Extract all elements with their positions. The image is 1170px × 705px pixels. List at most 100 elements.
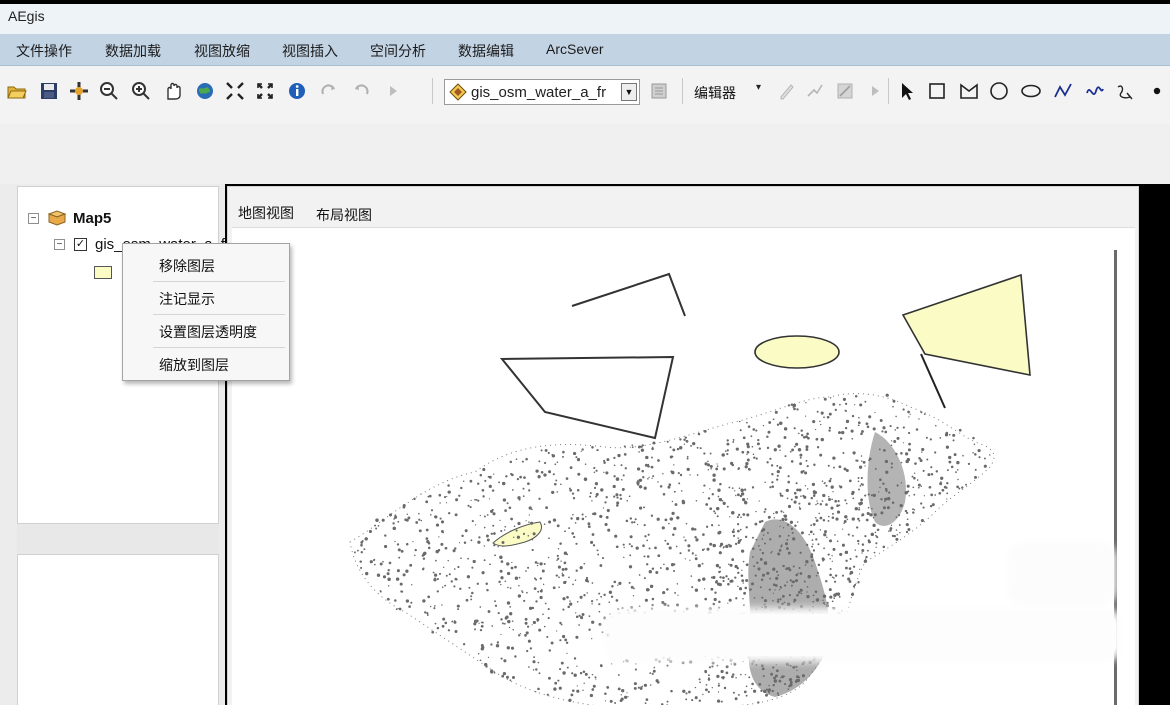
menu-spatial-analysis[interactable]: 空间分析 — [370, 41, 426, 61]
water-feature — [475, 499, 478, 501]
layer-select-arrow-icon[interactable]: ▼ — [621, 83, 637, 101]
water-feature — [460, 486, 463, 490]
water-feature — [741, 569, 743, 572]
layer-select[interactable]: gis_osm_water_a_fr ▼ — [444, 79, 640, 105]
water-feature — [652, 475, 655, 478]
zoom-out-icon[interactable] — [98, 80, 120, 102]
water-feature — [703, 484, 706, 487]
water-feature — [584, 672, 588, 676]
water-feature — [651, 447, 654, 451]
water-feature — [562, 456, 564, 458]
water-feature — [770, 551, 772, 554]
water-feature — [457, 608, 460, 611]
water-feature — [922, 506, 925, 509]
play-arrow-icon[interactable] — [382, 80, 404, 102]
menu-view-zoom[interactable]: 视图放缩 — [194, 41, 250, 61]
layer-properties-icon[interactable] — [648, 80, 670, 102]
water-feature — [888, 491, 891, 494]
fixed-zoom-in-icon[interactable] — [254, 80, 276, 102]
water-feature — [548, 649, 551, 652]
water-feature — [599, 514, 603, 518]
menu-data-loading[interactable]: 数据加载 — [105, 41, 161, 61]
open-folder-icon[interactable] — [6, 80, 28, 102]
menu-file-operations[interactable]: 文件操作 — [16, 41, 72, 61]
edit-forward-icon[interactable] — [864, 80, 886, 102]
water-feature — [394, 599, 397, 602]
water-feature — [870, 532, 874, 537]
water-feature — [576, 600, 579, 603]
water-feature — [801, 674, 805, 678]
pan-hand-icon[interactable] — [162, 80, 184, 102]
water-feature — [557, 557, 560, 560]
collapse-map-icon[interactable]: − — [28, 212, 39, 224]
water-feature — [845, 559, 848, 563]
draw-curve-icon[interactable] — [1084, 80, 1106, 102]
water-feature — [916, 479, 919, 481]
water-feature — [401, 590, 404, 593]
tab-layout-view[interactable]: 布局视图 — [316, 205, 372, 225]
water-feature — [804, 415, 807, 417]
water-feature — [861, 549, 865, 552]
water-feature — [675, 545, 678, 548]
draw-rectangle-icon[interactable] — [926, 80, 948, 102]
water-feature — [841, 610, 843, 612]
water-feature — [956, 485, 959, 489]
water-feature — [679, 446, 683, 450]
draw-polyline-icon[interactable] — [1052, 80, 1074, 102]
menu-view-insert[interactable]: 视图插入 — [282, 41, 338, 61]
editor-dropdown-icon[interactable]: ▾ — [756, 82, 761, 93]
app-window: AEgis 文件操作 数据加载 视图放缩 视图插入 空间分析 数据编辑 ArcS… — [0, 0, 1170, 705]
tab-map-view[interactable]: 地图视图 — [238, 203, 294, 223]
water-feature — [571, 672, 574, 675]
water-feature — [392, 526, 396, 531]
water-feature — [958, 487, 961, 490]
menu-data-editing[interactable]: 数据编辑 — [458, 41, 514, 61]
water-feature — [742, 582, 744, 584]
editor-menu[interactable]: 编辑器 — [694, 83, 736, 103]
water-feature — [522, 495, 525, 498]
water-feature — [596, 598, 598, 601]
edit-pencil-icon[interactable] — [776, 80, 798, 102]
menu-item-remove-layer[interactable]: 移除图层 — [159, 256, 215, 276]
draw-circle-icon[interactable] — [988, 80, 1010, 102]
water-feature — [542, 583, 545, 586]
draw-ellipse-icon[interactable] — [1020, 80, 1042, 102]
water-feature — [874, 411, 876, 414]
collapse-layer-icon[interactable]: − — [54, 239, 65, 250]
water-feature — [798, 566, 801, 570]
water-feature — [718, 682, 720, 685]
menu-item-zoom-to-layer[interactable]: 缩放到图层 — [159, 355, 229, 375]
save-icon[interactable] — [38, 80, 60, 102]
redo-extent-icon[interactable] — [318, 80, 340, 102]
water-feature — [851, 492, 854, 496]
water-feature — [628, 581, 631, 584]
add-data-icon[interactable] — [68, 80, 90, 102]
zoom-in-icon[interactable] — [130, 80, 152, 102]
undo-extent-icon[interactable] — [350, 80, 372, 102]
water-feature — [623, 453, 627, 456]
identify-info-icon[interactable] — [286, 80, 308, 102]
water-feature — [778, 549, 782, 552]
full-extent-globe-icon[interactable] — [194, 80, 216, 102]
select-pointer-icon[interactable] — [896, 80, 918, 102]
water-feature — [614, 534, 618, 538]
edit-attributes-icon[interactable] — [834, 80, 856, 102]
water-feature — [792, 537, 796, 541]
water-feature — [819, 529, 822, 531]
water-feature — [509, 460, 513, 464]
draw-point-icon[interactable] — [1146, 80, 1168, 102]
draw-polygon-icon[interactable] — [958, 80, 980, 102]
water-feature — [978, 456, 981, 459]
layer-visibility-checkbox[interactable]: ✓ — [74, 238, 87, 251]
fixed-zoom-out-icon[interactable] — [224, 80, 246, 102]
water-feature — [845, 410, 847, 412]
water-feature — [643, 555, 646, 558]
menu-item-set-transparency[interactable]: 设置图层透明度 — [159, 322, 257, 342]
tree-node-map[interactable]: − Map5 — [28, 209, 111, 227]
edit-vertices-icon[interactable] — [804, 80, 826, 102]
menu-item-show-labels[interactable]: 注记显示 — [159, 289, 215, 309]
menu-arcsever[interactable]: ArcSever — [546, 41, 604, 57]
draw-freehand-icon[interactable] — [1114, 80, 1136, 102]
water-feature — [780, 677, 782, 679]
water-feature — [842, 397, 846, 401]
